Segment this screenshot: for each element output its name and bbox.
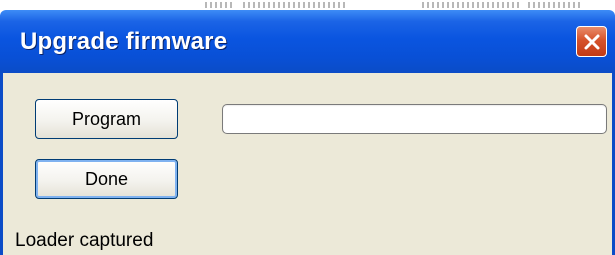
close-button[interactable] [576,26,607,57]
background-window-text [205,2,235,8]
background-window-text [422,2,522,8]
close-icon [584,34,599,49]
done-button[interactable]: Done [35,159,178,199]
program-button[interactable]: Program [35,99,178,139]
program-button-label: Program [71,108,142,129]
background-window-text [528,2,583,8]
status-text: Loader captured [15,230,154,251]
dialog-client-area: Program Done Loader captured [0,73,615,255]
done-button-label: Done [84,168,129,189]
title-bar[interactable]: Upgrade firmware [0,10,615,73]
upgrade-firmware-dialog: Upgrade firmware Program Done Loader cap… [0,10,615,255]
firmware-progress-bar [222,104,607,134]
window-title: Upgrade firmware [20,28,228,55]
background-window-text [243,2,348,8]
